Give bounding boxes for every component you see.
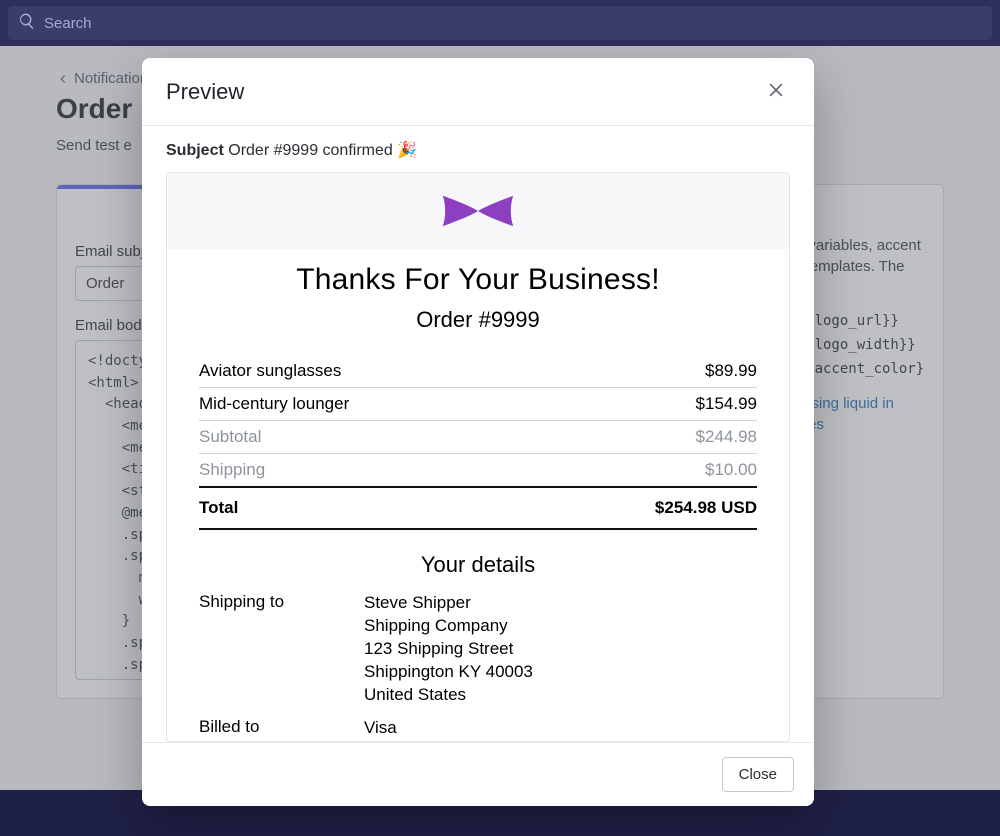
total-row: Total $254.98 USD [199, 487, 757, 529]
preview-modal: Preview Subject Order #9999 confirmed 🎉 … [142, 58, 814, 806]
email-logo-area [167, 173, 789, 249]
subtotal-row: Subtotal $244.98 [199, 421, 757, 454]
bowtie-logo-icon [438, 191, 518, 231]
billed-to-label: Billed to [199, 717, 364, 740]
order-item-row: Aviator sunglasses$89.99 [199, 355, 757, 388]
search-icon [18, 12, 36, 35]
modal-footer: Close [142, 742, 814, 806]
item-price: $154.99 [531, 388, 757, 421]
modal-header: Preview [142, 58, 814, 126]
topbar [0, 0, 1000, 46]
shipping-to-block: Shipping to Steve ShipperShipping Compan… [199, 592, 757, 707]
total-value: $254.98 USD [531, 487, 757, 529]
email-heading: Thanks For Your Business! [199, 263, 757, 297]
item-price: $89.99 [531, 355, 757, 388]
email-body: Thanks For Your Business! Order #9999 Av… [167, 249, 789, 741]
close-modal-button[interactable]: Close [722, 757, 794, 792]
billed-to-block: Billed to Visa [199, 717, 757, 740]
your-details-heading: Your details [199, 552, 757, 578]
item-name: Aviator sunglasses [199, 355, 531, 388]
subject-label: Subject [166, 142, 224, 159]
billed-to-value: Visa [364, 717, 757, 740]
shipping-value: $10.00 [531, 454, 757, 488]
subtotal-label: Subtotal [199, 421, 531, 454]
item-name: Mid-century lounger [199, 388, 531, 421]
email-order-number: Order #9999 [199, 307, 757, 333]
shipping-to-label: Shipping to [199, 592, 364, 707]
shipping-to-value: Steve ShipperShipping Company123 Shippin… [364, 592, 757, 707]
search-input[interactable] [44, 15, 982, 32]
order-item-row: Mid-century lounger$154.99 [199, 388, 757, 421]
modal-subject-line: Subject Order #9999 confirmed 🎉 [142, 126, 814, 172]
shipping-label: Shipping [199, 454, 531, 488]
subtotal-value: $244.98 [531, 421, 757, 454]
email-preview-frame: Thanks For Your Business! Order #9999 Av… [166, 172, 790, 742]
close-button[interactable] [762, 76, 790, 107]
subject-value: Order #9999 confirmed 🎉 [228, 142, 417, 159]
close-icon [766, 80, 786, 100]
shipping-row: Shipping $10.00 [199, 454, 757, 488]
order-items-table: Aviator sunglasses$89.99Mid-century loun… [199, 355, 757, 530]
modal-title: Preview [166, 79, 244, 105]
total-label: Total [199, 487, 531, 529]
global-search[interactable] [8, 6, 992, 40]
